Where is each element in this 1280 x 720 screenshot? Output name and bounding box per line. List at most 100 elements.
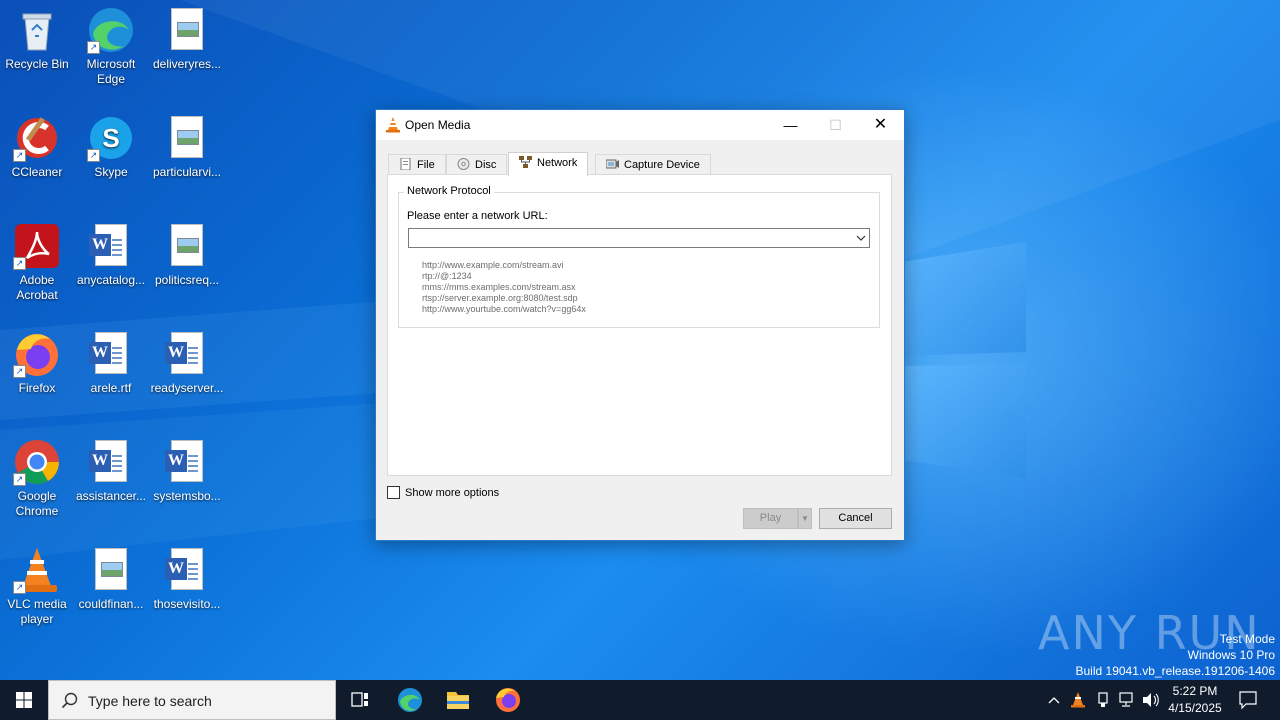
desktop-icon[interactable]: particularvi... [150,114,224,180]
taskbar: Type here to search 5:22 PM 4/15/2025 [0,680,1280,720]
svg-text:S: S [102,123,119,153]
usb-device-icon[interactable] [1094,691,1112,709]
word-doc-icon: W [163,546,211,594]
checkbox-box[interactable] [387,486,400,499]
image-file-icon [163,6,211,54]
windows-start-icon [16,692,32,708]
desktop-icon[interactable]: ↗ Microsoft Edge [74,6,148,87]
vlc-cone-icon [385,116,401,136]
minimize-button[interactable]: — [768,110,813,140]
tab-network[interactable]: Network [508,152,589,176]
desktop-icon[interactable]: Recycle Bin [0,6,74,72]
desktop-icon-label: Skype [94,165,128,179]
desktop-icon[interactable]: couldfinan... [74,546,148,612]
network-url-input[interactable] [408,228,870,248]
task-view-button[interactable] [336,680,384,720]
taskbar-firefox[interactable] [484,680,532,720]
start-button[interactable] [0,680,48,720]
show-more-options-checkbox[interactable]: Show more options [387,486,499,499]
volume-icon[interactable] [1141,691,1161,709]
desktop-icon-label: anycatalog... [76,273,146,287]
image-file-icon [163,222,211,270]
desktop-icon[interactable]: ↗ CCleaner [0,114,74,180]
word-doc-icon: W [87,222,135,270]
tab-disc[interactable]: Disc [446,154,508,176]
desktop-icon-label: politicsreq... [154,273,220,287]
desktop-icon[interactable]: S ↗ Skype [74,114,148,180]
maximize-button[interactable]: ☐ [813,110,858,140]
desktop-icon-label: readyserver... [150,381,224,395]
disc-icon [457,158,470,170]
desktop-icon-label: deliveryres... [152,57,222,71]
url-example-line: rtp://@:1234 [422,271,472,281]
desktop-icon[interactable]: Wreadyserver... [150,330,224,396]
notification-center-icon[interactable] [1237,690,1259,710]
desktop-icon-label: systemsbo... [153,489,221,503]
desktop-icon[interactable]: ↗ Firefox [0,330,74,396]
desktop-icon[interactable]: politicsreq... [150,222,224,288]
desktop-icon[interactable]: Warele.rtf [74,330,148,396]
desktop-icon[interactable]: ↗ Google Chrome [0,438,74,519]
word-doc-icon: W [87,438,135,486]
ccleaner-icon: ↗ [13,114,61,162]
desktop-icon[interactable]: Wassistancer... [74,438,148,504]
firefox-icon: ↗ [13,330,61,378]
desktop-icon-label: Firefox [18,381,56,395]
tray-time: 5:22 PM [1172,684,1218,698]
desktop-icon-label: Microsoft Edge [86,57,136,86]
desktop-icon-label: assistancer... [75,489,147,503]
chrome-icon: ↗ [13,438,61,486]
tray-date: 4/15/2025 [1168,701,1222,715]
url-history-dropdown[interactable] [853,229,869,247]
word-doc-icon: W [163,438,211,486]
desktop-icon[interactable]: deliveryres... [150,6,224,72]
search-icon [61,692,78,709]
url-example-line: http://www.example.com/stream.avi [422,260,564,270]
recycle-bin-icon [13,6,61,54]
word-doc-icon: W [87,330,135,378]
test-mode-watermark: Test Mode Windows 10 Pro Build 19041.vb_… [1075,632,1276,678]
desktop-icon-label: couldfinan... [78,597,144,611]
url-example-line: rtsp://server.example.org:8080/test.sdp [422,293,578,303]
taskbar-search-box[interactable]: Type here to search [48,680,336,720]
chevron-up-icon[interactable] [1045,692,1063,708]
desktop-icon[interactable]: ↗ VLC media player [0,546,74,627]
word-doc-icon: W [163,330,211,378]
dialog-titlebar[interactable]: Open Media — ☐ ✕ [376,110,904,140]
play-dropdown-button[interactable]: ▼ [798,508,812,529]
edge-icon [398,688,422,712]
image-file-icon [87,546,135,594]
desktop-icon-label: thosevisito... [153,597,221,611]
shortcut-arrow-icon: ↗ [13,581,26,594]
url-examples: http://www.example.com/stream.avi rtp://@… [422,260,586,315]
vlc-tray-icon[interactable] [1070,691,1086,708]
desktop-icon[interactable]: ↗ Adobe Acrobat [0,222,74,303]
taskbar-edge[interactable] [386,680,434,720]
acrobat-icon: ↗ [13,222,61,270]
url-example-line: http://www.yourtube.com/watch?v=gg64x [422,304,586,314]
desktop-icon[interactable]: Wsystemsbo... [150,438,224,504]
url-example-line: mms://mms.examples.com/stream.asx [422,282,576,292]
cancel-button[interactable]: Cancel [819,508,892,529]
desktop-icon-label: Recycle Bin [5,57,69,71]
network-tray-icon[interactable] [1117,691,1137,709]
dialog-title: Open Media [405,118,471,132]
shortcut-arrow-icon: ↗ [13,473,26,486]
tab-file[interactable]: File [388,154,446,176]
task-view-icon [351,692,368,707]
taskbar-file-explorer[interactable] [434,680,482,720]
group-title: Network Protocol [404,185,494,197]
file-icon [400,158,411,170]
shortcut-arrow-icon: ↗ [87,149,100,162]
firefox-icon [496,688,520,712]
tray-clock[interactable]: 5:22 PM 4/15/2025 [1163,683,1227,717]
desktop-icon[interactable]: Wthosevisito... [150,546,224,612]
desktop-icon[interactable]: Wanycatalog... [74,222,148,288]
tab-capture-device[interactable]: Capture Device [595,154,711,176]
shortcut-arrow-icon: ↗ [13,257,26,270]
skype-icon: S ↗ [87,114,135,162]
image-file-icon [163,114,211,162]
desktop-icon-label: CCleaner [11,165,63,179]
close-button[interactable]: ✕ [858,110,903,140]
play-button[interactable]: Play [743,508,798,529]
